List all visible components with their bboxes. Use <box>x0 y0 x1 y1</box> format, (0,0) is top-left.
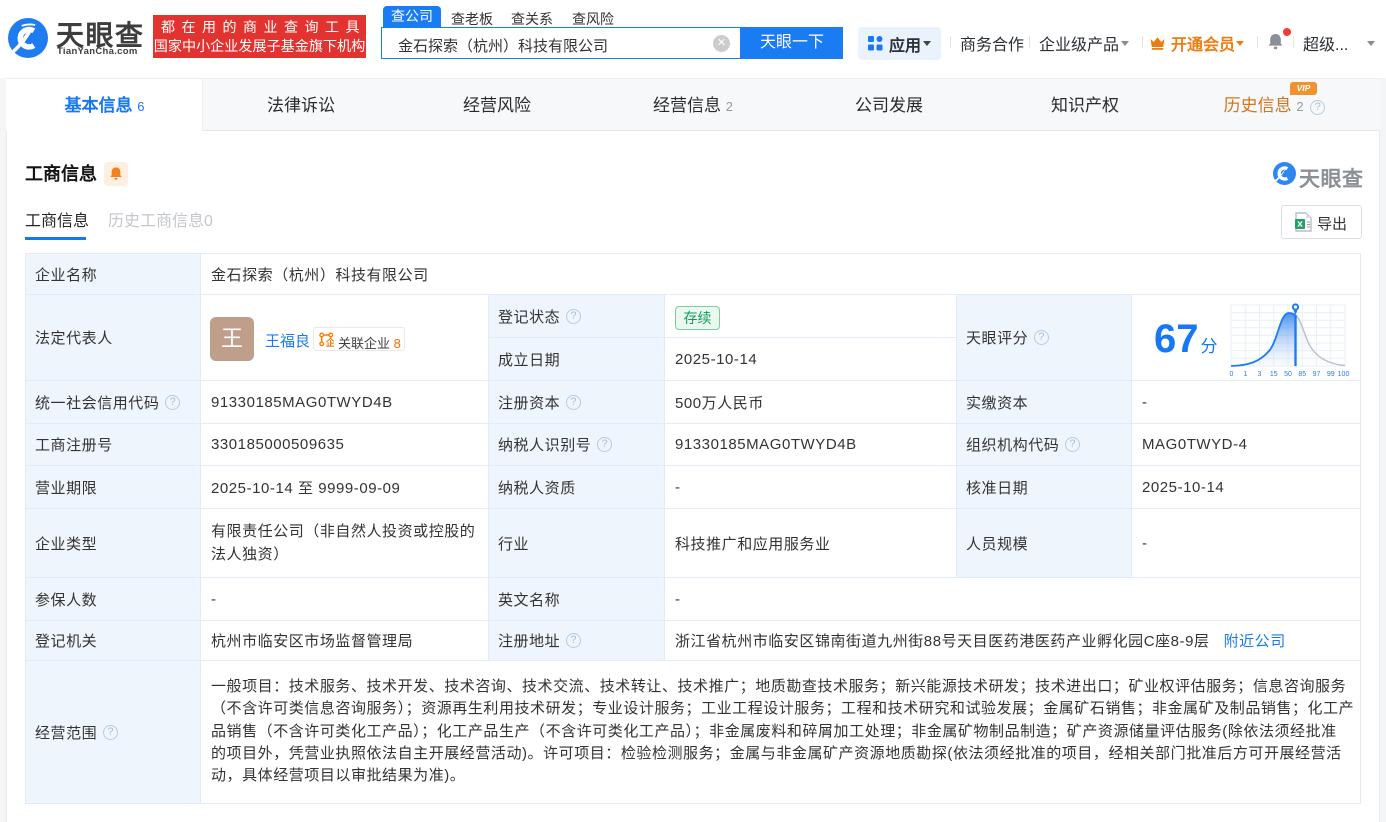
svg-text:企: 企 <box>325 337 334 347</box>
svg-text:85: 85 <box>1298 371 1306 378</box>
svg-text:0: 0 <box>1230 371 1234 378</box>
svg-text:1: 1 <box>1244 371 1248 378</box>
svg-text:3: 3 <box>1258 371 1262 378</box>
svg-text:100: 100 <box>1338 371 1350 378</box>
svg-text:97: 97 <box>1313 371 1321 378</box>
svg-text:50: 50 <box>1284 371 1292 378</box>
svg-text:99: 99 <box>1327 371 1335 378</box>
svg-text:15: 15 <box>1270 371 1278 378</box>
